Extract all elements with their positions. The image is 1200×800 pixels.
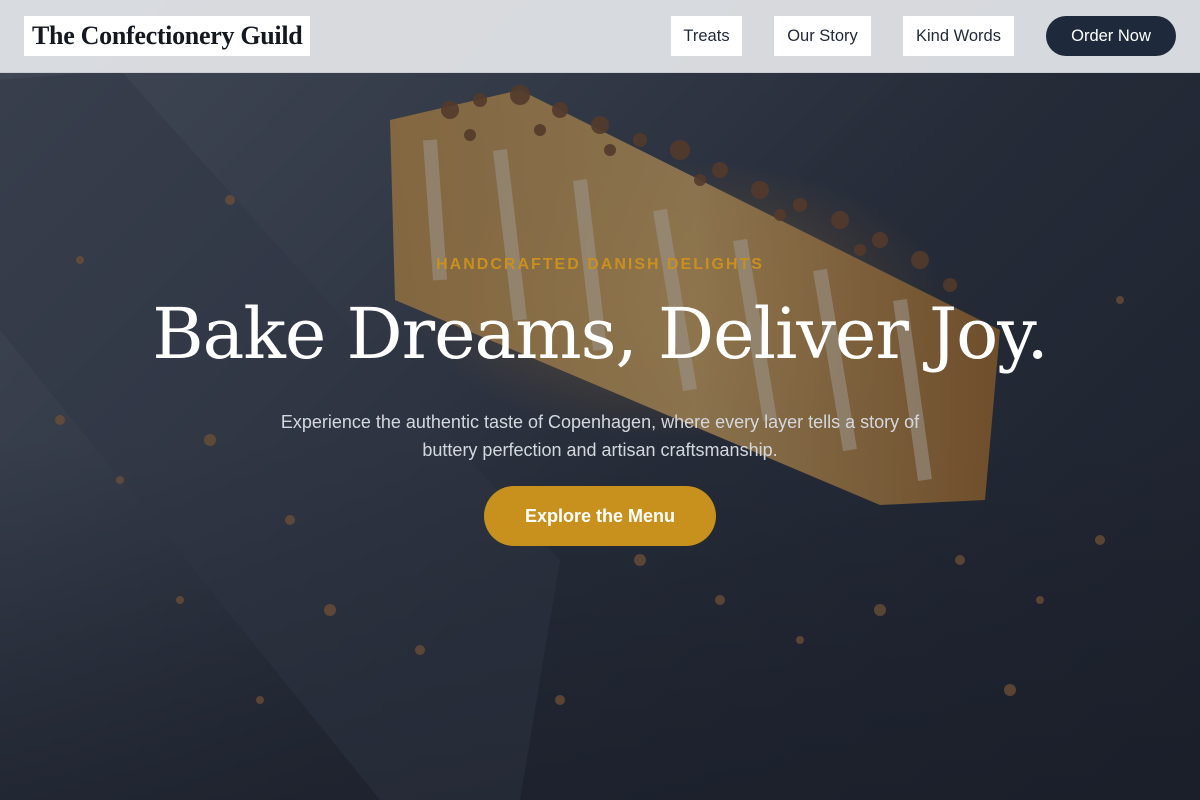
hero-subtitle: Experience the authentic taste of Copenh…	[280, 412, 920, 460]
explore-menu-button[interactable]: Explore the Menu	[484, 486, 716, 546]
hero-eyebrow: HANDCRAFTED DANISH DELIGHTS	[436, 256, 764, 273]
hero-section: HANDCRAFTED DANISH DELIGHTS Bake Dreams,…	[0, 0, 1200, 800]
hero-title: Bake Dreams, Deliver Joy.	[152, 293, 1049, 375]
